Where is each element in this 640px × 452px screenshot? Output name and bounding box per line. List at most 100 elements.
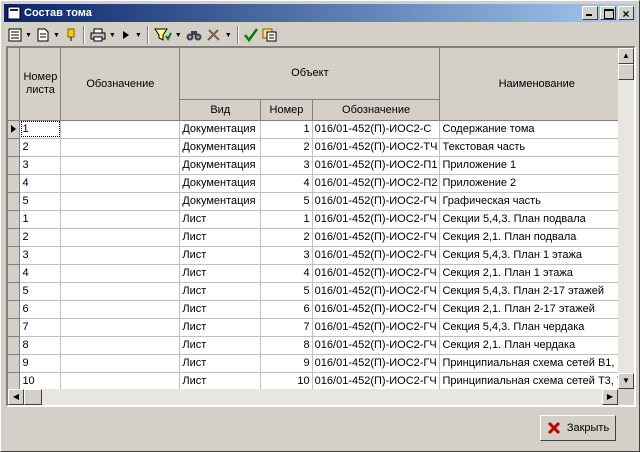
table-row[interactable]: 5 Документация 5 016/01-452(П)-ИОС2-ГЧ Графи…: [8, 192, 634, 211]
cell-designation[interactable]: [60, 354, 181, 373]
cell-object-type[interactable]: Лист: [179, 336, 262, 355]
cell-sheet-number[interactable]: 8: [19, 336, 62, 355]
cell-name[interactable]: Секция 5,4,3. План 1 этажа: [439, 246, 634, 265]
cell-object-number[interactable]: 9: [260, 354, 313, 373]
cell-sheet-number[interactable]: 3: [19, 156, 62, 175]
row-indicator[interactable]: [8, 174, 21, 193]
cell-object-designation[interactable]: 016/01-452(П)-ИОС2-ГЧ: [312, 282, 441, 301]
cell-object-number[interactable]: 3: [260, 156, 313, 175]
cell-object-number[interactable]: 1: [260, 120, 313, 139]
cell-name[interactable]: Секция 2,1. План 2-17 этажей: [439, 300, 634, 319]
cell-object-designation[interactable]: 016/01-452(П)-ИОС2-ГЧ: [312, 354, 441, 373]
cell-designation[interactable]: [60, 192, 181, 211]
scroll-up-button[interactable]: ▲: [618, 48, 634, 64]
cell-sheet-number[interactable]: 10: [19, 372, 62, 391]
pin-button[interactable]: [62, 25, 80, 45]
cell-name[interactable]: Приложение 2: [439, 174, 634, 193]
cell-object-type[interactable]: Лист: [179, 246, 262, 265]
cell-object-designation[interactable]: 016/01-452(П)-ИОС2-ГЧ: [312, 210, 441, 229]
cell-sheet-number[interactable]: 1: [19, 120, 62, 139]
cell-designation[interactable]: [60, 372, 181, 391]
cell-object-designation[interactable]: 016/01-452(П)-ИОС2-ТЧ: [312, 138, 441, 157]
cell-sheet-number[interactable]: 2: [19, 138, 62, 157]
table-row[interactable]: 1 Документация 1 016/01-452(П)-ИОС2-С Содерж…: [8, 120, 634, 139]
cell-object-type[interactable]: Документация: [179, 174, 262, 193]
cell-object-designation[interactable]: 016/01-452(П)-ИОС2-С: [312, 120, 441, 139]
column-header-sheet-number[interactable]: Номер листа: [19, 48, 62, 121]
cell-object-number[interactable]: 2: [260, 228, 313, 247]
row-indicator[interactable]: [8, 300, 21, 319]
table-row[interactable]: 6 Лист 6 016/01-452(П)-ИОС2-ГЧ Секция 2,1. П…: [8, 300, 634, 319]
cell-object-number[interactable]: 6: [260, 300, 313, 319]
cell-name[interactable]: Секция 2,1. План подвала: [439, 228, 634, 247]
list-view-button[interactable]: ▼: [6, 25, 34, 45]
column-header-designation[interactable]: Обозначение: [60, 48, 181, 121]
row-indicator[interactable]: [8, 210, 21, 229]
cell-object-type[interactable]: Лист: [179, 282, 262, 301]
cell-object-designation[interactable]: 016/01-452(П)-ИОС2-ГЧ: [312, 228, 441, 247]
apply-button[interactable]: [242, 25, 260, 45]
cell-designation[interactable]: [60, 228, 181, 247]
column-header-object[interactable]: Объект: [179, 48, 441, 100]
row-indicator[interactable]: [8, 354, 21, 373]
cell-object-number[interactable]: 5: [260, 282, 313, 301]
cell-sheet-number[interactable]: 6: [19, 300, 62, 319]
row-indicator[interactable]: [8, 318, 21, 337]
cell-name[interactable]: Графическая часть: [439, 192, 634, 211]
minimize-button[interactable]: [582, 6, 598, 20]
cell-object-type[interactable]: Документация: [179, 138, 262, 157]
cell-object-designation[interactable]: 016/01-452(П)-ИОС2-П2: [312, 174, 441, 193]
column-header-name[interactable]: Наименование: [439, 48, 634, 121]
scroll-down-button[interactable]: ▼: [618, 373, 634, 389]
cell-object-type[interactable]: Лист: [179, 300, 262, 319]
cell-object-designation[interactable]: 016/01-452(П)-ИОС2-П1: [312, 156, 441, 175]
row-indicator[interactable]: [8, 282, 21, 301]
cell-sheet-number[interactable]: 2: [19, 228, 62, 247]
horizontal-scroll-thumb[interactable]: [24, 389, 42, 405]
title-bar[interactable]: Состав тома ×: [4, 4, 636, 22]
cell-name[interactable]: Принципиальная схема сетей В1, В2: [439, 354, 634, 373]
scroll-left-button[interactable]: ◀: [8, 389, 24, 405]
cell-object-number[interactable]: 10: [260, 372, 313, 391]
cell-name[interactable]: Секция 5,4,3. План 2-17 этажей: [439, 282, 634, 301]
row-indicator[interactable]: [8, 372, 21, 391]
cell-object-type[interactable]: Документация: [179, 120, 262, 139]
cell-object-number[interactable]: 5: [260, 192, 313, 211]
cell-sheet-number[interactable]: 5: [19, 192, 62, 211]
cell-designation[interactable]: [60, 300, 181, 319]
close-button[interactable]: Закрыть: [540, 415, 616, 441]
cell-object-number[interactable]: 4: [260, 174, 313, 193]
cell-object-designation[interactable]: 016/01-452(П)-ИОС2-ГЧ: [312, 246, 441, 265]
cell-sheet-number[interactable]: 4: [19, 264, 62, 283]
vertical-scrollbar[interactable]: ▲ ▼: [618, 48, 634, 389]
cell-designation[interactable]: [60, 120, 181, 139]
vertical-scroll-thumb[interactable]: [618, 64, 634, 80]
cell-designation[interactable]: [60, 174, 181, 193]
table-row[interactable]: 2 Документация 2 016/01-452(П)-ИОС2-ТЧ Текст…: [8, 138, 634, 157]
cell-object-type[interactable]: Документация: [179, 156, 262, 175]
horizontal-scrollbar[interactable]: ◀ ▶: [8, 389, 618, 405]
row-indicator[interactable]: [8, 192, 21, 211]
cell-designation[interactable]: [60, 210, 181, 229]
table-row[interactable]: 2 Лист 2 016/01-452(П)-ИОС2-ГЧ Секция 2,1. П…: [8, 228, 634, 247]
cell-object-designation[interactable]: 016/01-452(П)-ИОС2-ГЧ: [312, 372, 441, 391]
table-row[interactable]: 8 Лист 8 016/01-452(П)-ИОС2-ГЧ Секция 2,1. П…: [8, 336, 634, 355]
cell-object-type[interactable]: Лист: [179, 354, 262, 373]
cell-object-number[interactable]: 1: [260, 210, 313, 229]
row-indicator[interactable]: [8, 156, 21, 175]
cell-object-designation[interactable]: 016/01-452(П)-ИОС2-ГЧ: [312, 300, 441, 319]
cell-object-designation[interactable]: 016/01-452(П)-ИОС2-ГЧ: [312, 336, 441, 355]
run-button[interactable]: ▼: [118, 25, 144, 45]
cell-object-number[interactable]: 2: [260, 138, 313, 157]
table-row[interactable]: 4 Лист 4 016/01-452(П)-ИОС2-ГЧ Секция 2,1. П…: [8, 264, 634, 283]
cell-designation[interactable]: [60, 282, 181, 301]
data-grid[interactable]: Номер листа Обозначение Объект Наименова…: [6, 46, 636, 407]
copy-button[interactable]: [260, 25, 280, 45]
document-button[interactable]: ▼: [34, 25, 62, 45]
cell-name[interactable]: Секция 5,4,3. План чердака: [439, 318, 634, 337]
cell-name[interactable]: Принципиальная схема сетей Т3, Т4: [439, 372, 634, 391]
table-row[interactable]: 9 Лист 9 016/01-452(П)-ИОС2-ГЧ Принципиальна…: [8, 354, 634, 373]
current-row-indicator[interactable]: [8, 120, 21, 139]
filter-button[interactable]: ▼: [152, 25, 184, 45]
cell-sheet-number[interactable]: 3: [19, 246, 62, 265]
